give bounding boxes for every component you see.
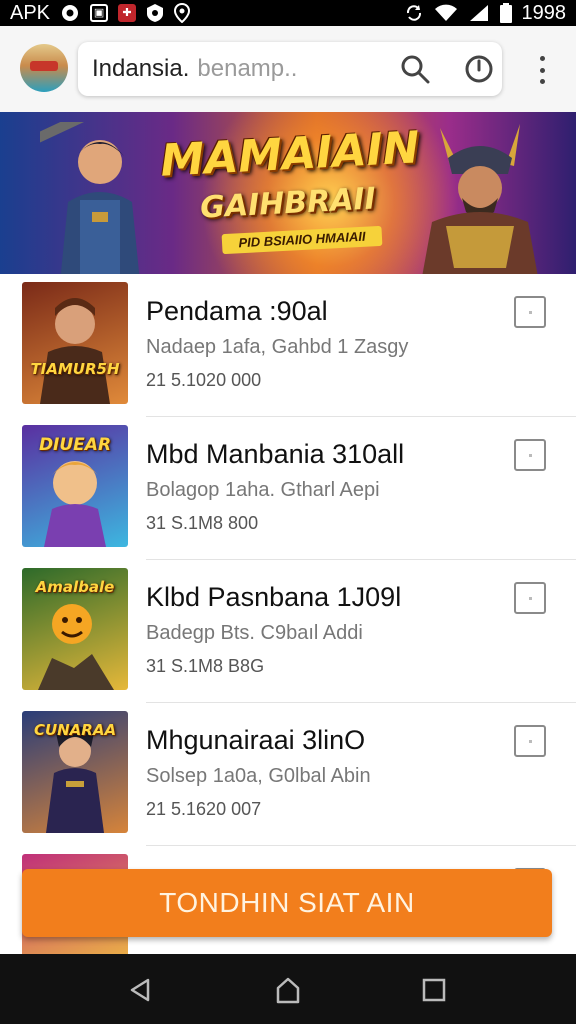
- app-bar: Indansia. benamp..: [0, 26, 576, 113]
- game-title[interactable]: Mbd Manbania 310all: [146, 439, 404, 470]
- game-thumbnail[interactable]: DIUEAR: [22, 425, 128, 547]
- game-title[interactable]: Klbd Pasnbana 1J09l: [146, 582, 401, 613]
- game-meta: 31 S.1M8 800: [146, 513, 259, 533]
- signal-icon: [468, 3, 490, 23]
- wifi-icon: [434, 3, 458, 23]
- status-app-label: APK: [10, 1, 51, 24]
- game-subtitle: Badegp Bts. C9baıl Addi: [146, 622, 363, 644]
- search-input[interactable]: Indansia.: [92, 55, 189, 83]
- list-item[interactable]: DIUEAR Mbd Manbania 310all Bolagop 1aha.…: [0, 417, 576, 560]
- back-icon[interactable]: [126, 976, 154, 1004]
- search-bar[interactable]: Indansia. benamp..: [78, 42, 502, 96]
- recents-icon[interactable]: [420, 976, 448, 1004]
- game-thumbnail[interactable]: CUNARAA: [22, 711, 128, 833]
- thumbnail-label: DIUEAR: [38, 435, 112, 455]
- game-icon: ✚: [118, 4, 137, 22]
- navigation-bar: [0, 954, 576, 1024]
- game-title[interactable]: Mhgunairaai 3linO: [146, 725, 365, 756]
- game-meta: 31 S.1M8 B8G: [146, 656, 265, 676]
- game-subtitle: Solsep 1a0a, G0lbal Abin: [146, 765, 371, 787]
- location-icon: [174, 3, 191, 23]
- hero-right-image: [422, 124, 538, 274]
- thumbnail-label: TIAMUR5H: [30, 360, 120, 378]
- search-placeholder: benamp..: [197, 55, 298, 82]
- sync-icon: [404, 3, 424, 23]
- select-checkbox[interactable]: [514, 296, 546, 328]
- search-icon[interactable]: [400, 54, 430, 84]
- game-meta: 21 5.1620 007: [146, 799, 262, 819]
- image-icon: ▣: [90, 4, 109, 22]
- timer-icon[interactable]: [464, 54, 494, 84]
- primary-action-button[interactable]: TONDHIN SIAT AIN: [22, 869, 552, 937]
- shield-icon: [146, 3, 164, 23]
- home-icon[interactable]: [274, 976, 302, 1004]
- status-bar: APK ▣ ✚ 1998: [0, 0, 576, 26]
- thumbnail-label: CUNARAA: [33, 721, 117, 739]
- select-checkbox[interactable]: [514, 582, 546, 614]
- game-meta: 21 5.1020 000: [146, 370, 262, 390]
- status-time: 1998: [521, 1, 567, 24]
- promo-banner[interactable]: MAMAIAIN GAIHBRAII PID BSIAIIO HMAIAII: [0, 112, 576, 274]
- select-checkbox[interactable]: [514, 725, 546, 757]
- avatar[interactable]: [20, 44, 68, 92]
- game-subtitle: Nadaep 1afa, Gahbd 1 Zasgy: [146, 336, 409, 358]
- thumbnail-label: Amalbale: [35, 578, 115, 596]
- list-item[interactable]: Amalbale Klbd Pasnbana 1J09l Badegp Bts.…: [0, 560, 576, 703]
- list-item[interactable]: TIAMUR5H Pendama :90al Nadaep 1afa, Gahb…: [0, 274, 576, 417]
- list-item[interactable]: CUNARAA Mhgunairaai 3linO Solsep 1a0a, G…: [0, 703, 576, 846]
- camera-icon: [60, 3, 80, 23]
- battery-icon: [499, 3, 512, 23]
- game-title[interactable]: Pendama :90al: [146, 296, 328, 327]
- more-vert-icon[interactable]: [530, 52, 554, 88]
- game-thumbnail[interactable]: Amalbale: [22, 568, 128, 690]
- hero-left-image: [40, 122, 140, 274]
- game-thumbnail[interactable]: TIAMUR5H: [22, 282, 128, 404]
- select-checkbox[interactable]: [514, 439, 546, 471]
- game-subtitle: Bolagop 1aha. Gtharl Aepi: [146, 479, 380, 501]
